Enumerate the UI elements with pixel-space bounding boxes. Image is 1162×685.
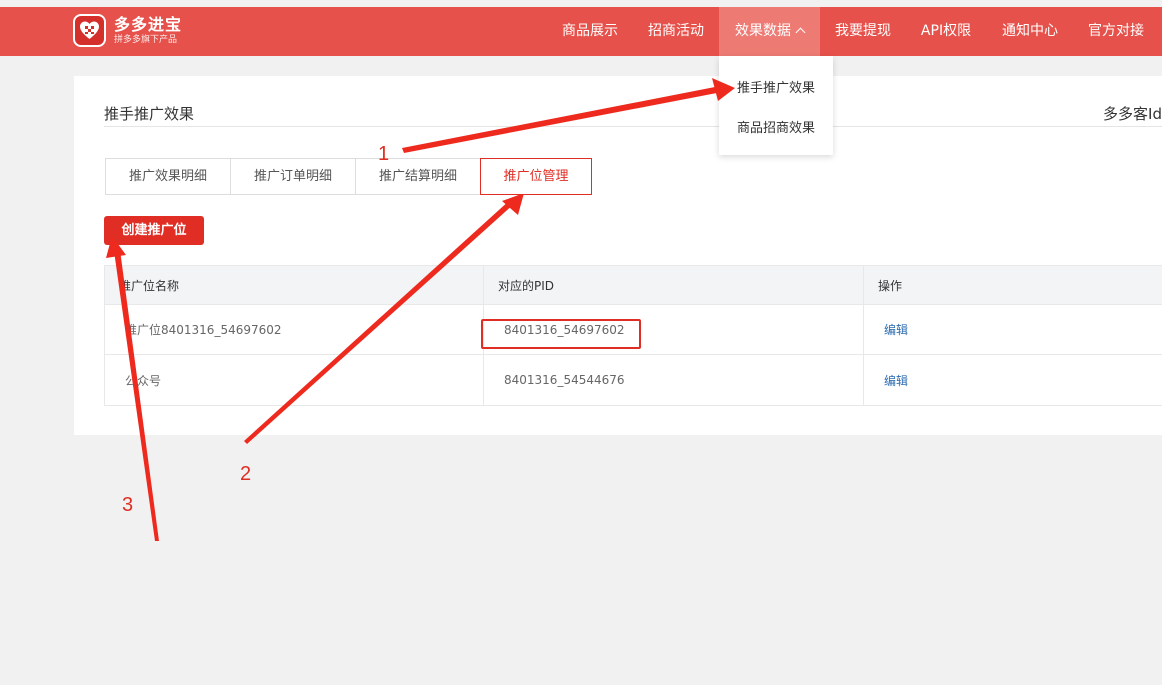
pinduoduo-logo-icon	[73, 14, 106, 47]
nav-item-notification-center[interactable]: 通知中心	[988, 7, 1072, 56]
table-row: 公众号 8401316_54544676 编辑	[105, 355, 1162, 405]
logo[interactable]: 多多进宝 拼多多旗下产品	[73, 14, 182, 47]
logo-title: 多多进宝	[114, 14, 183, 34]
main-card: 推手推广效果 多多客Id 推广效果明细 推广订单明细 推广结算明细 推广位管理 …	[74, 76, 1162, 435]
chevron-up-icon	[795, 27, 806, 38]
action-cell: 编辑	[864, 305, 1162, 354]
position-name-cell: 公众号	[105, 355, 484, 405]
nav-item-effect-data[interactable]: 效果数据	[719, 7, 820, 56]
tab-promotion-effect-detail[interactable]: 推广效果明细	[105, 158, 231, 195]
column-header-pid: 对应的PID	[484, 266, 864, 304]
title-divider	[104, 126, 1162, 127]
logo-subtitle: 拼多多旗下产品	[114, 34, 178, 45]
column-header-name: 推广位名称	[105, 266, 484, 304]
annotation-number-2: 2	[240, 463, 252, 485]
edit-link[interactable]: 编辑	[884, 321, 908, 338]
edit-link[interactable]: 编辑	[884, 372, 908, 389]
nav-item-official-integration[interactable]: 官方对接	[1074, 7, 1158, 56]
annotation-number-1: 1	[378, 143, 390, 165]
pid-cell: 8401316_54544676	[484, 355, 864, 405]
tab-promotion-order-detail[interactable]: 推广订单明细	[230, 158, 356, 195]
effect-data-dropdown-menu: 推手推广效果 商品招商效果	[719, 56, 833, 155]
nav-item-effect-data-label: 效果数据	[735, 23, 791, 39]
top-navigation-bar: 多多进宝 拼多多旗下产品 商品展示 招商活动 效果数据 我要提现 API权限 通…	[0, 7, 1162, 56]
position-name-cell: 推广位8401316_54697602	[105, 305, 484, 354]
dropdown-item-pusher-effect[interactable]: 推手推广效果	[719, 77, 833, 96]
pid-highlight-box	[481, 319, 641, 349]
nav-item-api-permission[interactable]: API权限	[906, 7, 986, 56]
nav-item-merchant-activity[interactable]: 招商活动	[634, 7, 718, 56]
column-header-action: 操作	[878, 278, 903, 293]
tab-bar: 推广效果明细 推广订单明细 推广结算明细 推广位管理	[105, 158, 592, 195]
action-cell: 编辑	[864, 355, 1162, 405]
tab-promotion-position-management[interactable]: 推广位管理	[480, 158, 592, 195]
dropdown-item-product-merchant-effect[interactable]: 商品招商效果	[719, 117, 833, 136]
create-promotion-position-button[interactable]: 创建推广位	[104, 216, 204, 245]
page-title: 推手推广效果	[104, 105, 195, 123]
table-header-row: 推广位名称 对应的PID 操作	[105, 266, 1162, 305]
nav-item-withdraw[interactable]: 我要提现	[822, 7, 904, 56]
duoduoke-id-label: 多多客Id	[1103, 105, 1162, 123]
tab-promotion-settlement-detail[interactable]: 推广结算明细	[355, 158, 481, 195]
nav-item-product-showcase[interactable]: 商品展示	[548, 7, 632, 56]
annotation-number-3: 3	[122, 494, 134, 516]
